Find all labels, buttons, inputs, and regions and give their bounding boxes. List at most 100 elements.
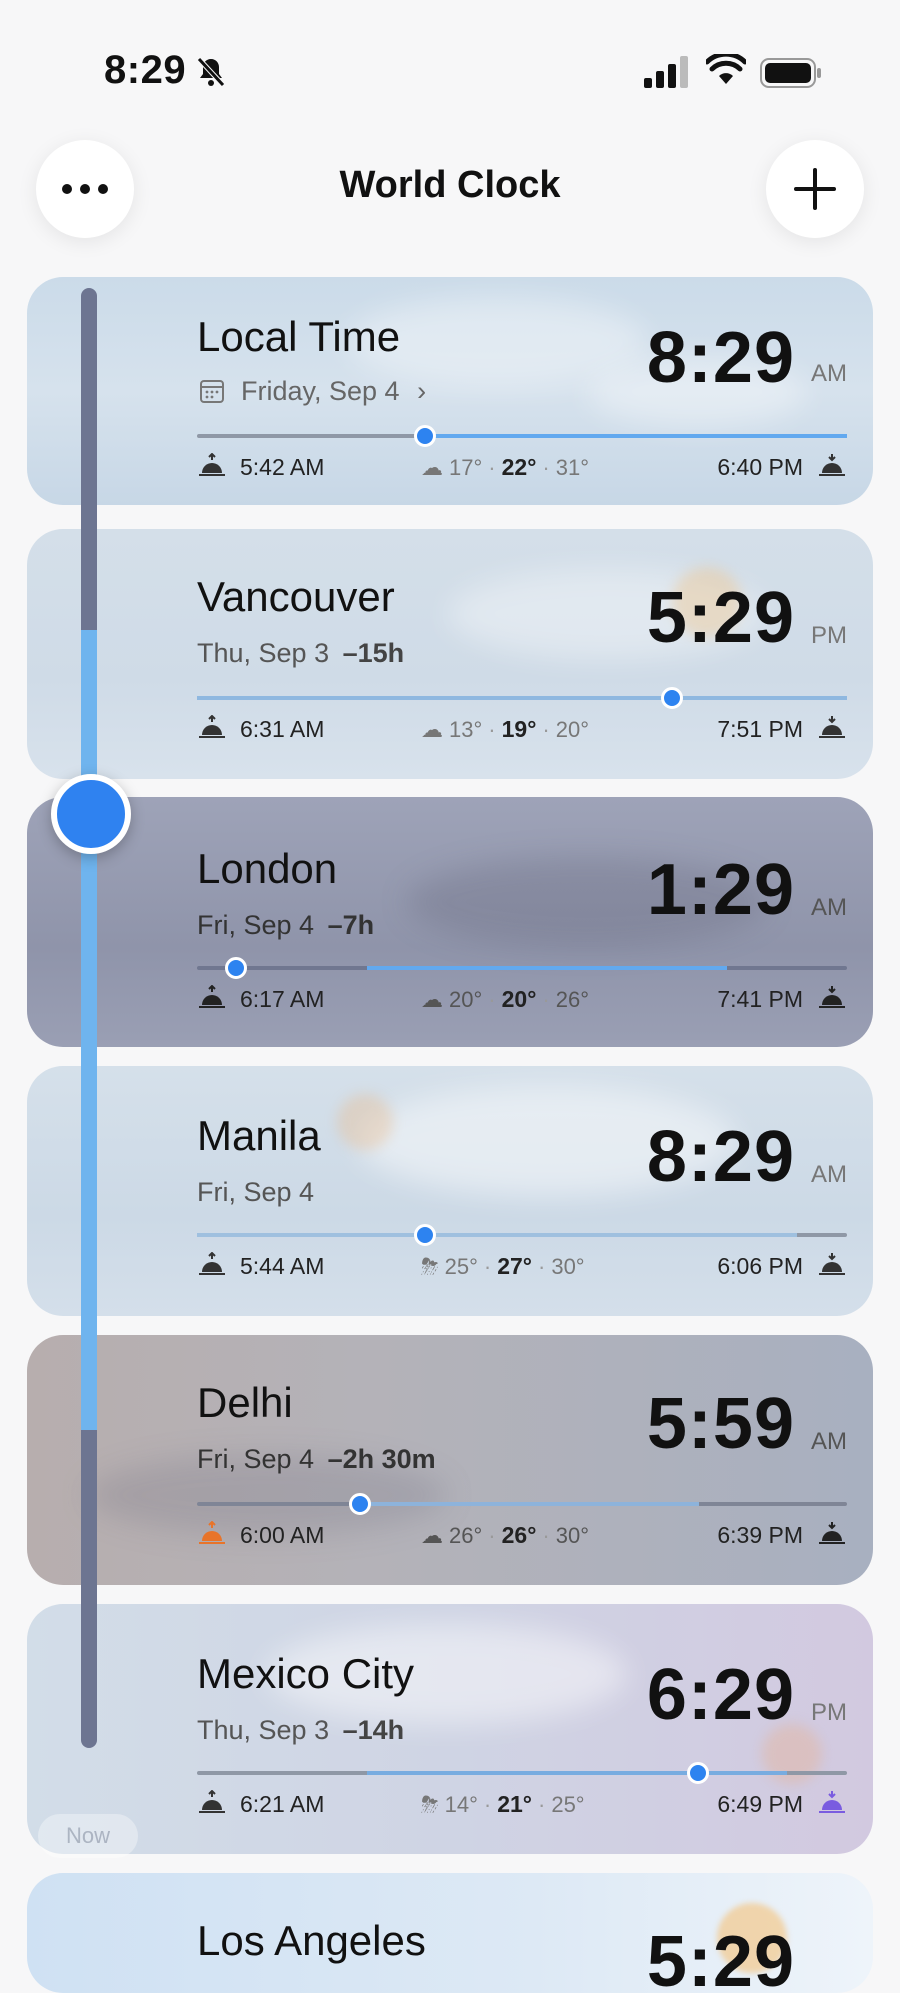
temp-current: 22°: [501, 454, 537, 480]
cloud-icon: ☁: [421, 716, 443, 742]
daylight-slider[interactable]: [197, 957, 847, 979]
offset-label: –7h: [327, 910, 375, 940]
chevron-right-icon: ›: [417, 376, 427, 406]
ampm-label: AM: [811, 1428, 847, 1455]
city-name: Mexico City: [197, 1650, 415, 1697]
date-label: Friday, Sep 4: [241, 376, 400, 406]
daylight-slider[interactable]: [197, 1493, 847, 1515]
slider-knob[interactable]: [660, 687, 683, 709]
sunrise-time: 6:17 AM: [240, 986, 325, 1012]
weather-summary: ☁ 13° · 19° · 20°: [421, 716, 589, 742]
time-display: 1:29: [646, 850, 795, 930]
weather-summary: ☁ 17° · 22° · 31°: [421, 454, 589, 480]
daylight-slider[interactable]: [197, 1762, 847, 1784]
city-card-london[interactable]: London Fri, Sep 4 –7h 1:29 AM 6:17 AM ☁ …: [27, 797, 873, 1047]
status-bar: 8:29: [0, 0, 900, 110]
city-card-vancouver[interactable]: Vancouver Thu, Sep 3 –15h 5:29 PM 6:31 A…: [27, 529, 873, 779]
offset-label: –2h 30m: [327, 1444, 436, 1474]
ampm-label: PM: [811, 1699, 847, 1726]
temp-current: 27°: [497, 1253, 532, 1279]
date-label: Fri, Sep 4: [197, 1444, 315, 1474]
sunrise-time: 6:00 AM: [240, 1522, 325, 1548]
temp-current: 20°: [501, 986, 537, 1012]
sunset-time: 6:39 PM: [717, 1522, 803, 1548]
date-label: Thu, Sep 3: [197, 638, 330, 668]
temp-low: 17°: [449, 454, 483, 480]
daylight-slider[interactable]: [197, 687, 847, 709]
cellular-signal-icon: [644, 56, 688, 88]
temp-low: 26°: [449, 1522, 483, 1548]
temp-low: 13°: [449, 716, 483, 742]
temp-high: 31°: [555, 454, 589, 480]
slider-knob[interactable]: [686, 1762, 709, 1784]
date-label: Fri, Sep 4: [197, 1177, 315, 1207]
sunrise-icon: [199, 715, 225, 738]
city-name: Manila: [197, 1112, 321, 1159]
weather-summary: ⛈ 25° · 27° · 30°: [421, 1253, 585, 1279]
sunset-icon: [819, 1253, 845, 1275]
page-title: World Clock: [339, 164, 561, 206]
sunrise-time: 5:44 AM: [240, 1253, 325, 1279]
date-offset: Fri, Sep 4: [197, 1177, 314, 1208]
ampm-label: AM: [811, 894, 847, 921]
sunset-time: 6:06 PM: [717, 1253, 803, 1279]
slider-knob[interactable]: [225, 957, 247, 979]
temp-low: 14°: [444, 1791, 478, 1817]
temp-low: 25°: [444, 1253, 478, 1279]
now-button[interactable]: Now: [38, 1814, 138, 1858]
sunrise-icon: [199, 1521, 225, 1544]
slider-knob[interactable]: [413, 425, 436, 447]
temp-current: 26°: [501, 1522, 537, 1548]
sunrise-time: 6:31 AM: [240, 716, 325, 742]
time-display: 6:29: [646, 1655, 795, 1735]
offset-label: –15h: [342, 638, 405, 668]
temp-current: 19°: [501, 716, 537, 742]
sunset-icon: [819, 716, 845, 738]
sunset-time: 6:40 PM: [717, 454, 803, 480]
calendar-icon: [200, 380, 224, 403]
sunset-icon: [819, 1522, 845, 1544]
temp-low: 20°: [449, 986, 483, 1012]
city-name: Los Angeles: [197, 1917, 426, 1964]
time-display: 5:59: [646, 1384, 795, 1464]
date-label: Thu, Sep 3: [197, 1715, 330, 1745]
date-label: Fri, Sep 4: [197, 910, 315, 940]
date-offset: Thu, Sep 3 –14h: [197, 1715, 404, 1746]
plus-icon: [794, 168, 836, 210]
date-offset: Thu, Sep 3 –15h: [197, 638, 404, 669]
daylight-slider[interactable]: [197, 1224, 847, 1246]
ampm-label: PM: [811, 622, 847, 649]
city-card-delhi[interactable]: Delhi Fri, Sep 4 –2h 30m 5:59 AM 6:00 AM…: [27, 1335, 873, 1585]
date-offset: Fri, Sep 4 –7h: [197, 910, 374, 941]
ampm-label: AM: [811, 1161, 847, 1188]
add-city-button[interactable]: [766, 140, 864, 238]
sunset-time: 6:49 PM: [717, 1791, 803, 1817]
slider-knob[interactable]: [413, 1224, 436, 1246]
date-picker-link[interactable]: Friday, Sep 4 ›: [241, 376, 426, 407]
city-card-los-angeles[interactable]: Los Angeles 5:29: [27, 1873, 873, 1993]
cloud-icon: ☁: [421, 986, 443, 1012]
timeline-scrubber-handle[interactable]: [51, 774, 131, 854]
slider-knob[interactable]: [348, 1493, 371, 1515]
status-time: 8:29: [104, 48, 187, 92]
temp-high: 25°: [551, 1791, 585, 1817]
city-card-local-time[interactable]: Local Time Friday, Sep 4 › 8:29 AM 5:42 …: [27, 277, 873, 505]
temp-high: 20°: [555, 716, 589, 742]
thunderstorm-icon: ⛈: [421, 1791, 439, 1817]
sunset-time: 7:41 PM: [717, 986, 803, 1012]
time-display: 5:29: [646, 1922, 795, 1993]
date-offset: Fri, Sep 4 –2h 30m: [197, 1444, 436, 1475]
time-display: 8:29: [646, 1117, 795, 1197]
silent-bell-icon: [197, 57, 225, 87]
city-card-mexico-city[interactable]: Mexico City Thu, Sep 3 –14h 6:29 PM 6:21…: [27, 1604, 873, 1854]
daylight-slider[interactable]: [197, 425, 847, 447]
wifi-icon: [706, 54, 746, 84]
weather-summary: ☁ 26° · 26° · 30°: [421, 1522, 589, 1548]
sunrise-time: 6:21 AM: [240, 1791, 325, 1817]
offset-label: –14h: [342, 1715, 405, 1745]
time-display: 5:29: [646, 578, 795, 658]
sunset-icon: [819, 454, 845, 476]
city-card-manila[interactable]: Manila Fri, Sep 4 8:29 AM 5:44 AM ⛈ 25° ·…: [27, 1066, 873, 1316]
temp-high: 30°: [555, 1522, 589, 1548]
temp-high: 26°: [555, 986, 589, 1012]
